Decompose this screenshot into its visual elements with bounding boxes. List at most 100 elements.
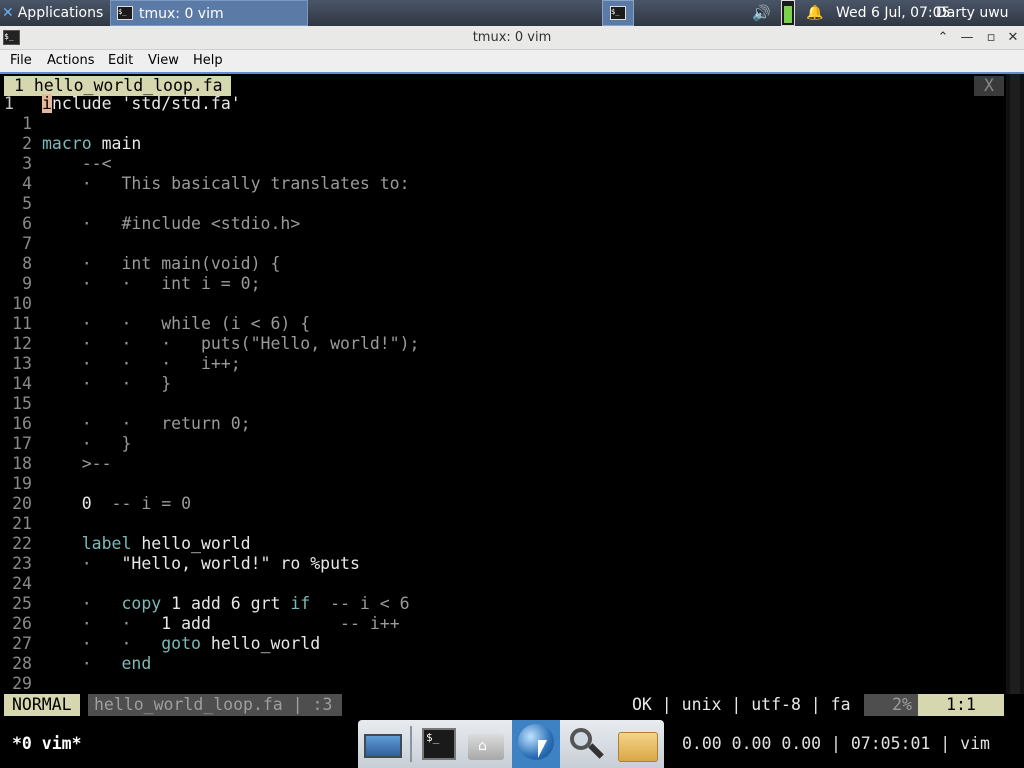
code-token: · This basically translates to: bbox=[42, 174, 410, 193]
code-token: · · return 0; bbox=[42, 414, 251, 433]
user-menu[interactable]: Darty uwu bbox=[936, 0, 1024, 26]
code-text: · · 1 add -- i++ bbox=[42, 614, 400, 634]
code-token: · } bbox=[42, 434, 132, 453]
line-number: 27 bbox=[12, 634, 32, 653]
code-text: --< bbox=[42, 154, 112, 174]
code-text: · · while (i < 6) { bbox=[42, 314, 310, 334]
code-token: hello_world bbox=[200, 634, 321, 653]
vim-mode-indicator: NORMAL bbox=[4, 694, 80, 716]
window-title: tmux: 0 vim bbox=[472, 30, 552, 45]
dock-separator bbox=[410, 726, 412, 762]
minimize-button[interactable]: — bbox=[958, 29, 976, 47]
code-token: nclude 'std/std.fa' bbox=[51, 94, 241, 113]
tmux-window-list[interactable]: *0 vim* bbox=[12, 734, 82, 753]
line-number: 9 bbox=[22, 274, 32, 293]
code-token: · bbox=[42, 554, 122, 573]
code-token: · · while (i < 6) { bbox=[42, 314, 311, 333]
shade-button[interactable]: ⌃ bbox=[934, 29, 952, 47]
code-token: 1 add 6 grt bbox=[161, 594, 291, 613]
line-number: 20 bbox=[12, 494, 32, 513]
code-text: · · · i++; bbox=[42, 354, 241, 374]
code-token: · #include <stdio.h> bbox=[42, 214, 301, 233]
workspace-switcher[interactable]: $_ bbox=[602, 0, 634, 26]
code-token: · bbox=[42, 654, 122, 673]
file-manager-icon[interactable] bbox=[616, 724, 658, 766]
scrollbar-thumb[interactable] bbox=[1010, 74, 1020, 694]
battery-icon[interactable] bbox=[781, 0, 795, 26]
xfce-logo-icon: ✕ bbox=[2, 5, 14, 21]
terminal-scrollbar[interactable] bbox=[1006, 74, 1024, 694]
code-text: · · } bbox=[42, 374, 171, 394]
code-text: · "Hello, world!" ro %puts bbox=[42, 554, 360, 574]
code-text: · int main(void) { bbox=[42, 254, 281, 274]
line-number: 26 bbox=[12, 614, 32, 633]
menubar: File Actions Edit View Help bbox=[0, 50, 1024, 74]
code-token: hello_world bbox=[131, 534, 251, 553]
vim-statusline: NORMAL hello_world_loop.fa | :3 OK | uni… bbox=[2, 694, 1004, 716]
code-text: 0 -- i = 0 bbox=[42, 494, 191, 514]
line-number: 2 bbox=[22, 134, 32, 153]
code-text: macro main bbox=[42, 134, 141, 154]
home-folder-icon[interactable]: ⌂ bbox=[464, 724, 506, 766]
vim-status-position: 1:1 bbox=[918, 694, 1004, 716]
code-token: -- i = 0 bbox=[91, 494, 192, 513]
close-button[interactable]: ✕ bbox=[1004, 29, 1022, 47]
notification-bell-icon[interactable]: 🔔 bbox=[806, 0, 823, 26]
code-token: 0 bbox=[42, 494, 92, 513]
web-browser-icon[interactable] bbox=[512, 720, 560, 768]
vim-status-fileinfo: OK | unix | utf-8 | fa bbox=[632, 695, 851, 714]
code-text: · · return 0; bbox=[42, 414, 251, 434]
text-cursor: i bbox=[42, 94, 52, 113]
taskbar-item-label: tmux: 0 vim bbox=[139, 6, 224, 22]
code-token: label bbox=[42, 534, 132, 553]
line-number: 1 bbox=[4, 94, 14, 113]
terminal-area[interactable]: 1 hello_world_loop.fa X 1 include 'std/st… bbox=[0, 74, 1024, 768]
applications-menu-button[interactable]: ✕ Applications bbox=[0, 0, 106, 26]
line-number: 14 bbox=[12, 374, 32, 393]
terminal-icon[interactable]: $_ bbox=[418, 724, 460, 766]
line-number: 8 bbox=[22, 254, 32, 273]
taskbar-item-tmux[interactable]: $_ tmux: 0 vim bbox=[110, 0, 308, 26]
applications-label: Applications bbox=[17, 5, 104, 21]
line-number: 1 bbox=[22, 114, 32, 133]
code-token: "Hello, world!" ro %puts bbox=[121, 554, 360, 573]
code-text: include 'std/std.fa' bbox=[42, 94, 241, 114]
line-number: 7 bbox=[22, 234, 32, 253]
maximize-button[interactable]: ▫ bbox=[982, 29, 1000, 47]
line-number: 5 bbox=[22, 194, 32, 213]
line-number: 18 bbox=[12, 454, 32, 473]
code-text: · } bbox=[42, 434, 132, 454]
window-titlebar[interactable]: $_ tmux: 0 vim ⌃ — ▫ ✕ bbox=[0, 26, 1024, 50]
desktop-icon[interactable] bbox=[362, 724, 404, 766]
volume-icon[interactable]: 🔊 bbox=[752, 0, 772, 26]
code-token: · · int i = 0; bbox=[42, 274, 261, 293]
vim-status-percent: 2% bbox=[864, 694, 918, 716]
line-number: 10 bbox=[12, 294, 32, 313]
code-token: · · · puts("Hello, world!"); bbox=[42, 334, 420, 353]
line-number: 28 bbox=[12, 654, 32, 673]
line-number: 6 bbox=[22, 214, 32, 233]
line-number: 22 bbox=[12, 534, 32, 553]
menu-file[interactable]: File bbox=[10, 53, 32, 68]
code-text: · end bbox=[42, 654, 152, 674]
code-token: · bbox=[42, 594, 122, 613]
line-number: 16 bbox=[12, 414, 32, 433]
menu-view[interactable]: View bbox=[148, 53, 179, 68]
menu-help[interactable]: Help bbox=[193, 53, 223, 68]
line-number: 25 bbox=[12, 594, 32, 613]
line-number: 3 bbox=[22, 154, 32, 173]
code-token: · · · i++; bbox=[42, 354, 241, 373]
code-token: >-- bbox=[42, 454, 112, 473]
code-text: >-- bbox=[42, 454, 112, 474]
menu-actions[interactable]: Actions bbox=[47, 53, 95, 68]
code-token: --< bbox=[42, 154, 112, 173]
code-token: 1 add bbox=[161, 614, 211, 633]
search-icon[interactable] bbox=[564, 724, 606, 766]
vim-tab-active[interactable]: 1 hello_world_loop.fa bbox=[4, 76, 231, 96]
vim-tab-close[interactable]: X bbox=[974, 76, 1004, 96]
line-number: 15 bbox=[12, 394, 32, 413]
menu-edit[interactable]: Edit bbox=[108, 53, 133, 68]
panel-clock[interactable]: Wed 6 Jul, 07:05 bbox=[836, 0, 950, 26]
line-number: 23 bbox=[12, 554, 32, 573]
